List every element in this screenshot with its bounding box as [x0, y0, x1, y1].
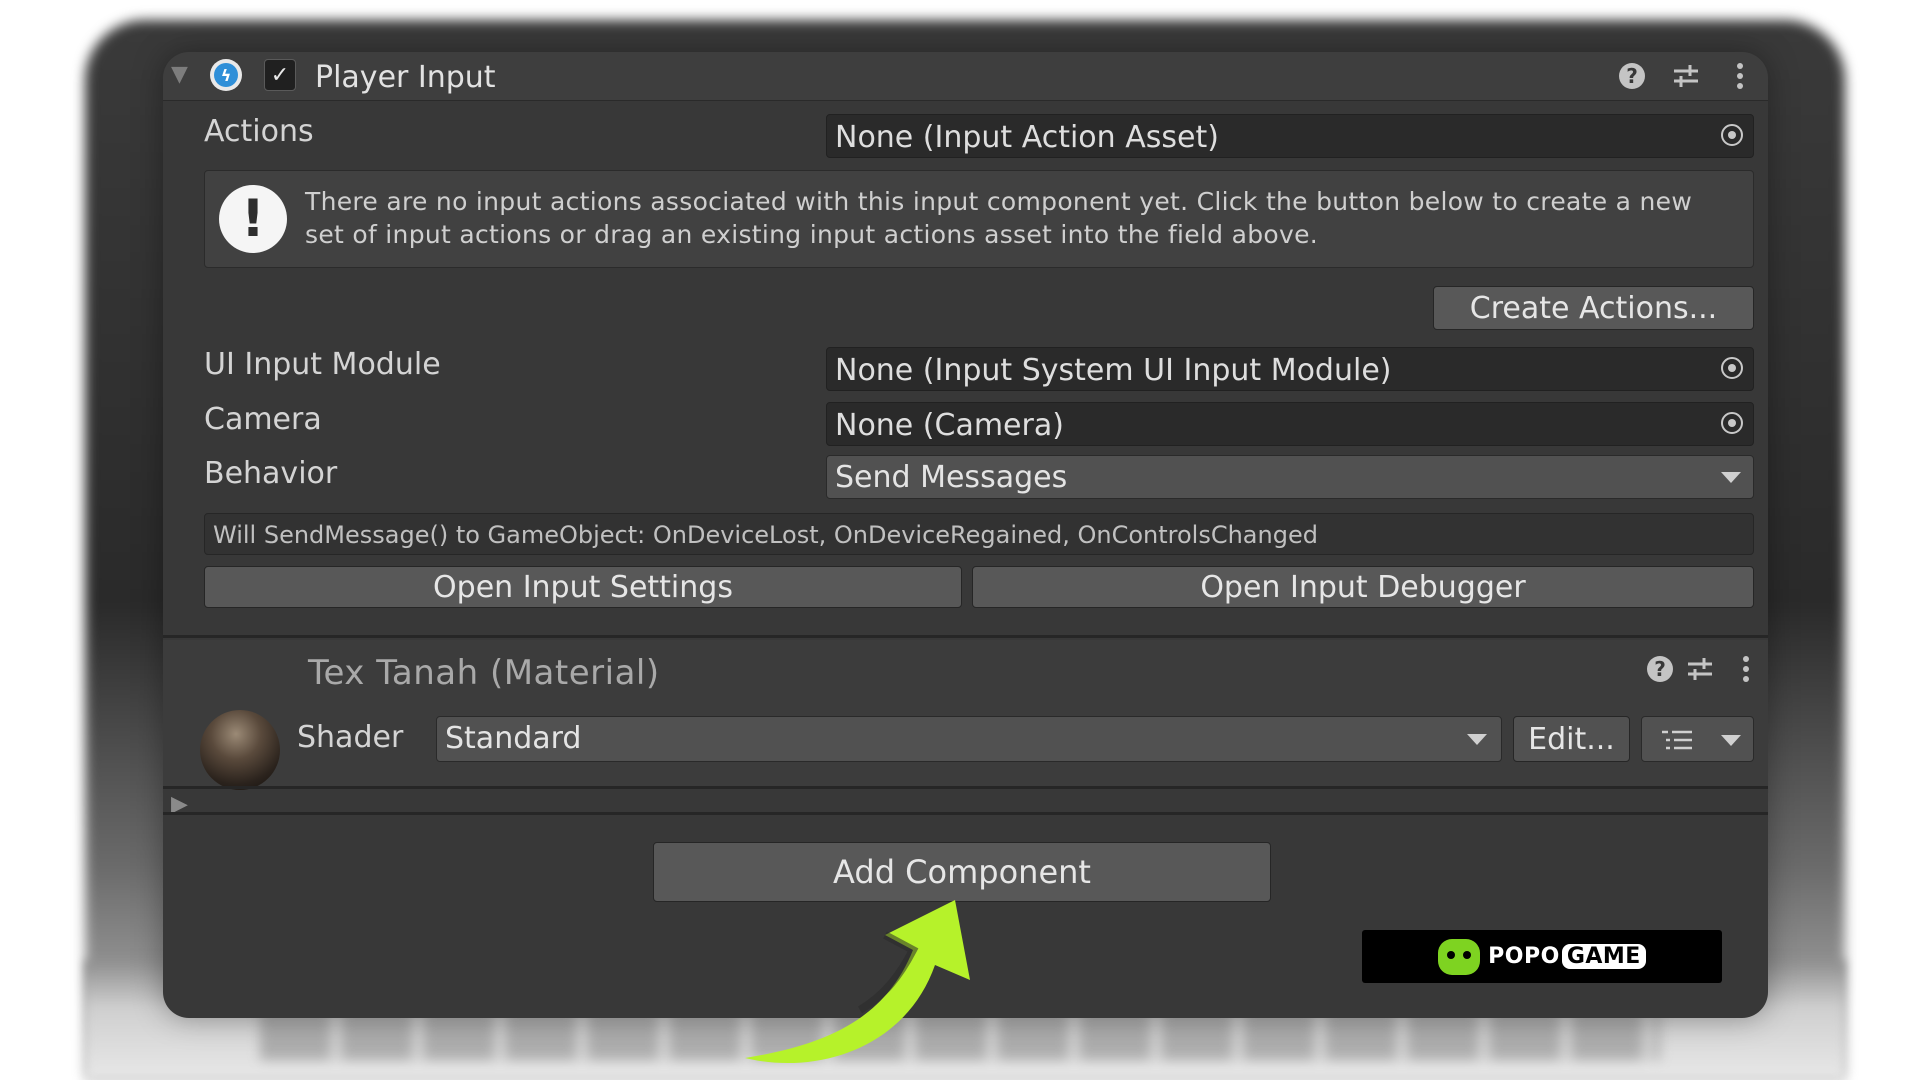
camera-label: Camera	[204, 402, 322, 437]
logo-text-game: GAME	[1561, 944, 1646, 969]
kebab-menu-icon[interactable]	[1723, 59, 1757, 93]
shader-value: Standard	[445, 721, 582, 756]
logo-text: POPO GAME	[1488, 944, 1646, 969]
presets-icon[interactable]	[1669, 59, 1703, 93]
logo-text-popo: POPO	[1488, 944, 1560, 969]
material-help-icon[interactable]: ?	[1643, 652, 1677, 686]
help-icon[interactable]: ?	[1615, 59, 1649, 93]
help-text: There are no input actions associated wi…	[305, 187, 1693, 249]
object-picker-icon[interactable]	[1721, 412, 1743, 434]
object-picker-icon[interactable]	[1721, 357, 1743, 379]
open-input-settings-button[interactable]: Open Input Settings	[204, 566, 962, 608]
pointer-arrow-icon	[745, 900, 970, 1064]
chevron-down-icon	[1467, 734, 1487, 745]
material-presets-icon[interactable]	[1683, 652, 1717, 686]
camera-field[interactable]: None (Camera)	[826, 402, 1754, 446]
render-queue-dropdown[interactable]	[1641, 716, 1754, 762]
enable-checkbox[interactable]: ✓	[264, 59, 296, 91]
popogame-logo: POPO GAME	[1362, 930, 1722, 983]
camera-field-value: None (Camera)	[835, 408, 1064, 443]
material-title: Tex Tanah (Material)	[308, 653, 660, 693]
section-divider	[163, 635, 1768, 638]
ui-input-module-label: UI Input Module	[204, 347, 441, 382]
shader-dropdown[interactable]: Standard	[436, 716, 1502, 762]
create-actions-button[interactable]: Create Actions...	[1433, 286, 1754, 330]
component-title: Player Input	[315, 60, 496, 95]
behavior-dropdown[interactable]: Send Messages	[826, 455, 1754, 499]
material-preview-sphere[interactable]	[200, 710, 280, 790]
shader-label: Shader	[297, 720, 404, 755]
warning-icon: !	[219, 185, 287, 253]
collapse-arrow-icon[interactable]: ▼	[171, 62, 188, 87]
behavior-info-line: Will SendMessage() to GameObject: OnDevi…	[204, 513, 1754, 555]
actions-field[interactable]: None (Input Action Asset)	[826, 114, 1754, 158]
shader-edit-button[interactable]: Edit...	[1513, 716, 1630, 762]
actions-label: Actions	[204, 114, 314, 149]
ui-input-module-value: None (Input System UI Input Module)	[835, 353, 1392, 388]
component-header[interactable]: ▼ ϟ ✓ Player Input ?	[163, 52, 1768, 101]
warning-helpbox: ! There are no input actions associated …	[204, 170, 1754, 268]
behavior-info-text: Will SendMessage() to GameObject: OnDevi…	[213, 521, 1318, 549]
mascot-icon	[1438, 938, 1481, 975]
actions-field-value: None (Input Action Asset)	[835, 120, 1219, 155]
section-divider	[163, 786, 1768, 789]
behavior-value: Send Messages	[835, 460, 1068, 495]
chevron-down-icon	[1721, 735, 1741, 746]
player-input-icon: ϟ	[210, 59, 242, 91]
material-kebab-icon[interactable]	[1729, 652, 1763, 686]
inspector-panel: ▼ ϟ ✓ Player Input ? Actions None (Input…	[163, 52, 1768, 1018]
object-picker-icon[interactable]	[1721, 124, 1743, 146]
open-input-debugger-button[interactable]: Open Input Debugger	[972, 566, 1754, 608]
ui-input-module-field[interactable]: None (Input System UI Input Module)	[826, 347, 1754, 391]
section-divider	[163, 812, 1768, 815]
list-icon	[1662, 730, 1692, 750]
behavior-label: Behavior	[204, 456, 338, 491]
chevron-down-icon	[1721, 472, 1741, 483]
